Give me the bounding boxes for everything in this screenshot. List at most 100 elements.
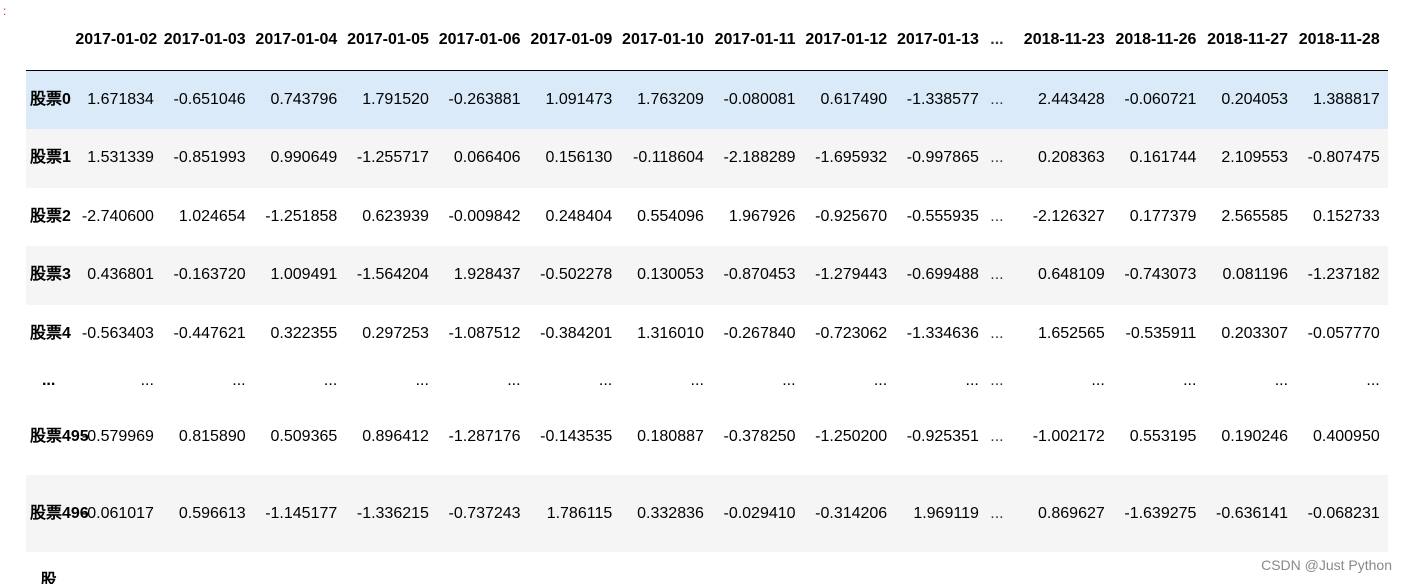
- table-cell: -0.029410: [723, 504, 796, 522]
- table-cell: 1.967926: [728, 207, 796, 225]
- table-cell: 0.203307: [1221, 324, 1289, 342]
- column-header: 2017-01-02: [71, 8, 158, 71]
- table-body: 股票0 1.671834 -0.651046 0.743796 1.791520 -0.2…: [26, 70, 1388, 584]
- row-index-label: 股票3: [30, 266, 71, 284]
- table-cell: 0.623939: [362, 207, 429, 225]
- column-header: 2017-01-13: [891, 8, 983, 71]
- table-cell: 0.869627: [1038, 504, 1105, 522]
- table-cell: 0.161744: [1129, 149, 1197, 167]
- column-header-ellipsis: ...: [982, 8, 1012, 71]
- table-cell: ...: [990, 427, 1004, 445]
- table-cell: ...: [990, 371, 1004, 389]
- table-cell: 2.443428: [1038, 91, 1105, 108]
- table-cell: (: [1384, 398, 1388, 475]
- table-cell: -1.145177: [265, 504, 338, 522]
- table-cell: ...: [782, 371, 796, 389]
- table-cell: -0.925670: [815, 207, 888, 225]
- table-cell: -0.737243: [448, 504, 521, 522]
- table-cell: -0.060721: [1124, 91, 1197, 108]
- row-index-label: 股票0: [30, 91, 71, 108]
- table-cell: ...: [232, 371, 246, 389]
- table-row: 股票1 1.531339 -0.851993 0.990649 -1.255717 0.0…: [26, 129, 1388, 188]
- table-cell: 0.322355: [270, 324, 338, 342]
- table-cell: [158, 552, 250, 584]
- table-cell: -1.334636: [906, 324, 979, 342]
- table-cell: [800, 552, 892, 584]
- table-cell: ...: [990, 504, 1004, 522]
- table-cell: -0.009842: [448, 207, 521, 225]
- table-cell: -1.002172: [1032, 427, 1105, 445]
- watermark: CSDN @Just Python: [1261, 557, 1392, 573]
- table-cell: -0.163720: [173, 266, 246, 284]
- table-cell: [1109, 552, 1201, 584]
- table-cell: 0.596613: [178, 504, 246, 522]
- table-cell: ...: [1366, 371, 1380, 389]
- table-cell: -0.118604: [633, 149, 704, 167]
- table-cell: -1.279443: [815, 266, 888, 284]
- table-cell: 0.297253: [362, 324, 429, 342]
- table-cell: 0.509365: [270, 427, 338, 445]
- table-cell: -1.336215: [356, 504, 429, 522]
- table-cell: (: [1384, 188, 1388, 247]
- table-cell: 1.969119: [913, 504, 979, 522]
- column-header: 2018-11-23: [1011, 8, 1109, 71]
- table-cell: -0.263881: [448, 91, 521, 108]
- table-cell: 0.332836: [637, 504, 704, 522]
- table-cell: [983, 552, 1011, 584]
- table-cell: -0.807475: [1307, 149, 1380, 167]
- table-cell: 0.130053: [637, 266, 704, 284]
- row-index-label: 股票1: [30, 149, 71, 167]
- table-cell: [525, 552, 617, 584]
- table-cell: 0.152733: [1313, 207, 1380, 225]
- table-cell: ...: [990, 149, 1004, 167]
- table-cell: 0.648109: [1038, 266, 1105, 284]
- table-cell: -1.237182: [1307, 266, 1380, 284]
- table-cell: ...: [415, 371, 429, 389]
- column-header: 2017-01-11: [707, 8, 800, 71]
- column-header: 2018-11-28: [1292, 8, 1384, 71]
- table-cell: -0.314206: [815, 504, 888, 522]
- table-row: 股票496 -0.061017 0.596613 -1.145177 -1.336215…: [26, 475, 1388, 552]
- table-cell: 0.248404: [545, 207, 613, 225]
- table-cell: 0.815890: [178, 427, 246, 445]
- table-cell: 1.388817: [1313, 91, 1380, 108]
- row-index-label: 股票495: [30, 427, 89, 445]
- table-cell: ...: [323, 371, 338, 389]
- row-index-label: 股票496: [30, 504, 89, 522]
- table-cell: ...: [990, 91, 1004, 108]
- table-cell: 0.081196: [1222, 266, 1289, 284]
- table-cell: -2.188289: [723, 149, 796, 167]
- table-cell: -0.723062: [815, 324, 888, 342]
- row-index-label: ...: [41, 371, 56, 389]
- table-cell: -2.740600: [81, 207, 154, 225]
- table-cell: -1.287176: [448, 427, 521, 445]
- table-cell: -1.564204: [356, 266, 429, 284]
- table-cell: [1011, 552, 1109, 584]
- table-cell: [433, 552, 525, 584]
- table-cell: 1.786115: [546, 504, 613, 522]
- table-cell: -0.743073: [1124, 266, 1197, 284]
- table-cell: -0.925351: [906, 427, 979, 445]
- table-cell: 0.743796: [270, 91, 338, 108]
- table-cell: 0.066406: [453, 149, 521, 167]
- column-header: 2018-11-27: [1200, 8, 1293, 71]
- table-cell: ...: [598, 371, 613, 389]
- column-header: 2017-01-06: [432, 8, 525, 71]
- table-cell: 1.652565: [1038, 324, 1105, 342]
- table-cell: -1.639275: [1124, 504, 1197, 522]
- column-header: 2017-01-03: [157, 8, 250, 71]
- table-cell: [1384, 363, 1388, 398]
- table-cell: 1.671834: [87, 91, 154, 108]
- table-cell: 0.896412: [362, 427, 429, 445]
- table-row: 股票495 -0.579969 0.815890 0.509365 0.896412 -1…: [26, 398, 1388, 475]
- table-cell: -(: [1384, 475, 1388, 552]
- table-cell: -0.699488: [906, 266, 979, 284]
- column-header: 2018-11-26: [1108, 8, 1201, 71]
- column-header: 2017-01-04: [249, 8, 342, 71]
- table-cell: -0.579969: [81, 427, 154, 445]
- table-cell: [616, 552, 708, 584]
- table-cell: -0.851993: [173, 149, 246, 167]
- row-index-label: 股票4: [30, 324, 71, 342]
- column-header: [26, 8, 72, 71]
- dataframe-output: 2017-01-02 2017-01-03 2017-01-04 2017-01-05…: [26, 8, 1388, 584]
